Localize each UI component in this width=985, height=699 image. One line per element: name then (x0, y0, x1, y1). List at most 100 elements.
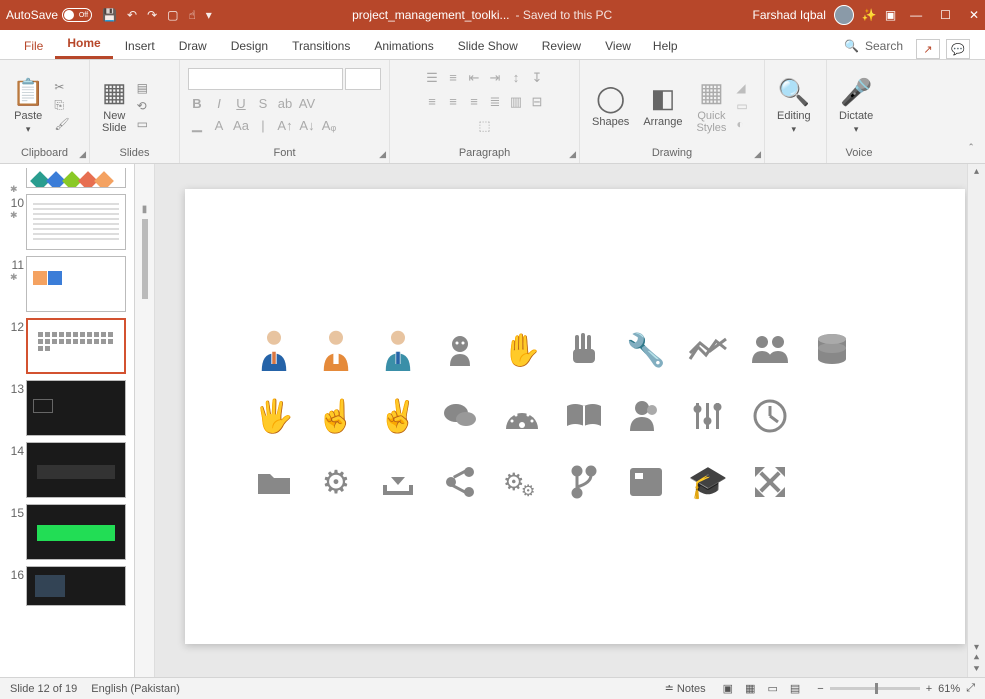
align-center-button[interactable]: ≡ (444, 94, 462, 110)
gear-icon[interactable]: ⚙ (307, 451, 365, 513)
indent-dec-button[interactable]: ⇤ (465, 70, 483, 86)
clear-format-button[interactable]: Aᵩ (320, 118, 338, 133)
shape-fill-icon[interactable]: ◢ (736, 81, 747, 95)
thumb-15[interactable]: 15 (2, 504, 132, 560)
vertical-scrollbar[interactable]: ▴ ▾ ⯅ ⯆ (967, 164, 985, 677)
indent-inc-button[interactable]: ⇥ (486, 70, 504, 86)
fit-window-icon[interactable]: ⤢ (966, 682, 975, 695)
tab-help[interactable]: Help (643, 33, 688, 59)
hand-four-icon[interactable]: ✋ (493, 319, 551, 381)
dictate-button[interactable]: 🎤Dictate▾ (835, 75, 877, 137)
tab-review[interactable]: Review (530, 33, 593, 59)
thumb-10[interactable]: 10✱ (2, 194, 132, 250)
thumb-11[interactable]: 11✱ (2, 256, 132, 312)
prev-slide-icon[interactable]: ⯅ (973, 653, 981, 664)
news-icon[interactable] (617, 451, 675, 513)
justify-button[interactable]: ≣ (486, 94, 504, 110)
normal-view-icon[interactable]: ▣ (720, 682, 736, 695)
clock-icon[interactable] (741, 385, 799, 447)
save-icon[interactable]: 💾 (102, 8, 117, 22)
line-spacing-button[interactable]: ↕ (507, 70, 525, 86)
font-size-combo[interactable] (345, 68, 381, 90)
highlight-button[interactable]: A (210, 118, 228, 133)
text-direction-button[interactable]: ↧ (528, 70, 546, 86)
smartart-button[interactable]: ⬚ (476, 118, 494, 134)
underline-button[interactable]: U (232, 96, 250, 111)
bold-button[interactable]: B (188, 96, 206, 111)
users-icon[interactable] (741, 319, 799, 381)
tab-slideshow[interactable]: Slide Show (446, 33, 530, 59)
gauge-icon[interactable] (493, 385, 551, 447)
new-slide-button[interactable]: ▦ New Slide (98, 75, 131, 136)
slide-canvas[interactable]: ✋ 🔧 🖐 ☝ ✌ (185, 189, 965, 644)
shrink-font-button[interactable]: A↓ (298, 118, 316, 133)
dialog-launcher-icon[interactable]: ◢ (379, 149, 386, 160)
tab-design[interactable]: Design (219, 33, 280, 59)
hand-peace-icon[interactable]: ✌ (369, 385, 427, 447)
tab-file[interactable]: File (12, 33, 55, 59)
quick-styles-button[interactable]: ▦Quick Styles (692, 75, 730, 136)
coming-soon-icon[interactable]: ✨ (862, 8, 877, 22)
chart-line-icon[interactable] (679, 319, 737, 381)
hand-point-icon[interactable]: ☝ (307, 385, 365, 447)
align-left-button[interactable]: ≡ (423, 94, 441, 110)
close-button[interactable]: ✕ (969, 8, 979, 22)
share-button[interactable]: ↗ (916, 39, 940, 59)
dialog-launcher-icon[interactable]: ◢ (569, 149, 576, 160)
change-case-button[interactable]: Aa (232, 118, 250, 133)
layout-icon[interactable]: ▤ (137, 81, 148, 95)
font-color-button[interactable]: ▁ (188, 117, 206, 133)
tab-animations[interactable]: Animations (362, 33, 445, 59)
tab-insert[interactable]: Insert (113, 33, 167, 59)
tab-draw[interactable]: Draw (167, 33, 219, 59)
paste-button[interactable]: 📋 Paste ▾ (8, 75, 48, 137)
tab-home[interactable]: Home (55, 30, 112, 59)
download-icon[interactable] (369, 451, 427, 513)
collapse-ribbon-icon[interactable]: ＾ (965, 142, 977, 159)
columns-button[interactable]: ▥ (507, 94, 525, 110)
thumb-13[interactable]: 13 (2, 380, 132, 436)
shadow-button[interactable]: ab (276, 96, 294, 111)
editing-button[interactable]: 🔍Editing▾ (773, 75, 815, 137)
slideshow-start-icon[interactable]: ▢ (167, 8, 178, 22)
zoom-in-icon[interactable]: + (926, 683, 932, 695)
wrench-icon[interactable]: 🔧 (617, 319, 675, 381)
person-teal-icon[interactable] (369, 319, 427, 381)
branch-icon[interactable] (555, 451, 613, 513)
maximize-button[interactable]: ☐ (940, 8, 951, 22)
minimize-button[interactable]: — (910, 8, 922, 22)
user-area[interactable]: Farshad Iqbal ✨ ▣ (752, 5, 896, 25)
bullets-button[interactable]: ☰ (423, 70, 441, 86)
sorter-view-icon[interactable]: ▦ (742, 682, 758, 695)
touch-mode-icon[interactable]: ☝︎ (188, 8, 195, 22)
char-spacing-button[interactable]: AV (298, 96, 316, 111)
expand-icon[interactable] (741, 451, 799, 513)
tab-transitions[interactable]: Transitions (280, 33, 362, 59)
gears-icon[interactable]: ⚙⚙ (493, 451, 551, 513)
hand-three-icon[interactable] (555, 319, 613, 381)
align-text-button[interactable]: ⊟ (528, 94, 546, 110)
redo-icon[interactable]: ↷ (147, 8, 157, 22)
thumb-14[interactable]: 14 (2, 442, 132, 498)
reset-icon[interactable]: ⟲ (137, 99, 148, 113)
grow-font-button[interactable]: A↑ (276, 118, 294, 133)
strike-button[interactable]: S (254, 96, 272, 111)
person-blue-icon[interactable] (245, 319, 303, 381)
qat-more-icon[interactable]: ▾ (206, 8, 212, 22)
chat-icon[interactable] (431, 385, 489, 447)
shapes-button[interactable]: ◯Shapes (588, 81, 633, 130)
autosave-switch[interactable]: Off (62, 8, 92, 22)
section-icon[interactable]: ▭ (137, 117, 148, 131)
undo-icon[interactable]: ↶ (127, 8, 137, 22)
cut-icon[interactable]: ✂ (54, 80, 69, 94)
arrange-button[interactable]: ◧Arrange (639, 81, 686, 130)
slideshow-view-icon[interactable]: ▤ (787, 682, 803, 695)
user-pair-icon[interactable] (617, 385, 675, 447)
folder-icon[interactable] (245, 451, 303, 513)
notes-button[interactable]: ≐ Notes (665, 682, 706, 695)
share-icon[interactable] (431, 451, 489, 513)
thumb-12[interactable]: 12 (2, 318, 132, 374)
avatar[interactable] (834, 5, 854, 25)
zoom-slider[interactable] (830, 687, 920, 690)
dialog-launcher-icon[interactable]: ◢ (754, 149, 761, 160)
